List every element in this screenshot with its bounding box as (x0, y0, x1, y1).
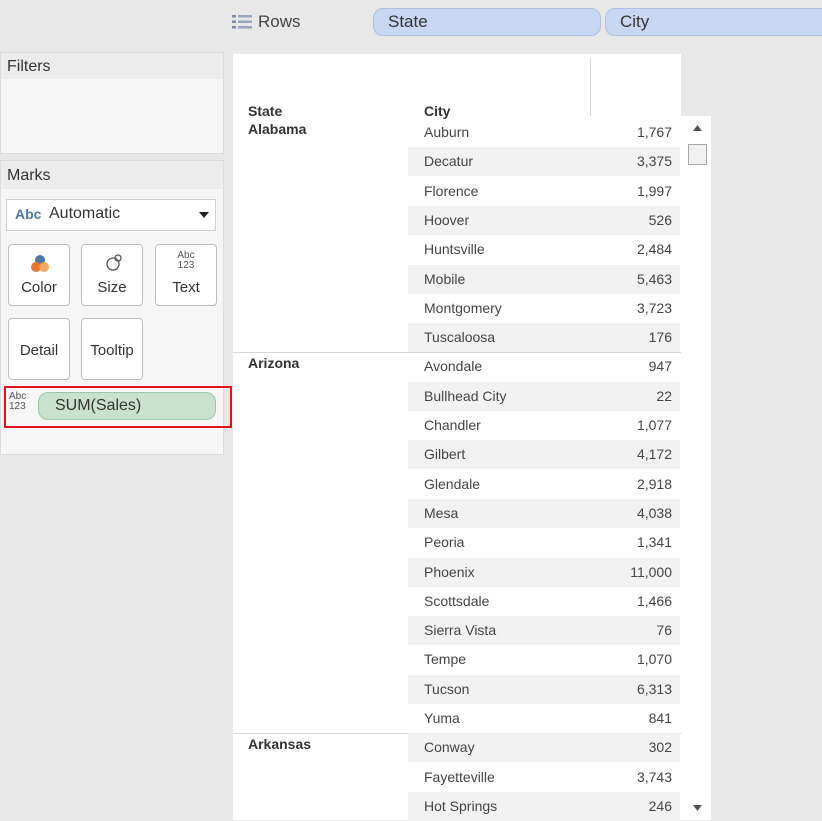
sales-value-cell: 1,070 (636, 651, 672, 667)
color-button[interactable]: Color (8, 244, 70, 306)
city-cell: Sierra Vista (424, 622, 497, 638)
sales-value-cell: 947 (648, 358, 672, 374)
city-cell: Auburn (424, 124, 470, 140)
text-field-icon-bottom: 123 (9, 401, 26, 412)
sales-value-cell: 1,077 (636, 417, 672, 433)
city-cell: Florence (424, 183, 479, 199)
sales-value-cell: 1,997 (636, 183, 672, 199)
header-city: City (424, 103, 451, 119)
header-divider (590, 58, 591, 116)
text-button[interactable]: Abc 123 Text (155, 244, 217, 306)
city-cell: Montgomery (424, 300, 502, 316)
tooltip-label: Tooltip (90, 342, 134, 359)
city-cell: Yuma (424, 710, 460, 726)
city-cell: Gilbert (424, 446, 466, 462)
sales-value-cell: 841 (648, 710, 672, 726)
text-label: Text (172, 279, 200, 296)
state-label: Alabama (248, 121, 307, 137)
state-label: Arizona (248, 355, 300, 371)
sales-value-cell: 3,723 (636, 300, 672, 316)
sales-value-cell: 4,172 (636, 446, 672, 462)
detail-label: Detail (19, 342, 59, 359)
sales-value-cell: 526 (648, 212, 672, 228)
city-cell: Hoover (424, 212, 470, 228)
city-cell: Hot Springs (424, 798, 498, 814)
state-label: Arkansas (248, 736, 312, 752)
sales-value-cell: 3,375 (636, 153, 672, 169)
color-icon (31, 255, 49, 272)
sales-value-cell: 6,313 (636, 681, 672, 697)
city-cell: Tuscaloosa (424, 329, 496, 345)
sales-value-cell: 22 (656, 388, 672, 404)
sales-value-cell: 302 (648, 739, 672, 755)
tooltip-button[interactable]: Tooltip (81, 318, 143, 380)
sales-value-cell: 76 (656, 622, 672, 638)
sum-sales-pill[interactable]: SUM(Sales) (38, 392, 216, 420)
mark-type-dropdown[interactable]: Abc Automatic (6, 199, 216, 231)
sales-value-cell: 4,038 (636, 505, 672, 521)
sales-value-cell: 3,743 (636, 769, 672, 785)
color-label: Color (21, 279, 57, 296)
scroll-down-arrow-icon[interactable] (693, 805, 702, 812)
rows-icon (232, 15, 252, 29)
sales-value-cell: 176 (648, 329, 672, 345)
city-cell: Mobile (424, 271, 466, 287)
sales-value-cell: 1,767 (636, 124, 672, 140)
city-cell: Phoenix (424, 564, 475, 580)
city-cell: Tempe (424, 651, 467, 667)
header-state: State (248, 103, 283, 119)
city-cell: Mesa (424, 505, 459, 521)
mark-type-icon: Abc (15, 206, 42, 222)
scroll-up-arrow-icon[interactable] (693, 125, 702, 132)
detail-button[interactable]: Detail (8, 318, 70, 380)
city-cell: Chandler (424, 417, 481, 433)
text-icon-bottom: 123 (177, 260, 195, 271)
sales-value-cell: 246 (648, 798, 672, 814)
chevron-down-icon (199, 212, 209, 218)
city-cell: Tucson (424, 681, 470, 697)
size-icon (106, 254, 122, 271)
city-cell: Huntsville (424, 241, 485, 257)
sales-value-cell: 2,484 (636, 241, 672, 257)
text-icon: Abc 123 (156, 251, 216, 271)
mark-type-value: Automatic (49, 205, 121, 222)
sales-value-cell: 2,918 (636, 476, 672, 492)
scrollbar[interactable] (681, 116, 711, 820)
city-cell: Glendale (424, 476, 481, 492)
sales-value-cell: 1,466 (636, 593, 672, 609)
city-cell: Conway (424, 739, 475, 755)
size-button[interactable]: Size (81, 244, 143, 306)
city-cell: Fayetteville (424, 769, 495, 785)
sales-value-cell: 5,463 (636, 271, 672, 287)
scroll-thumb[interactable] (688, 144, 707, 165)
rows-shelf-label: Rows (232, 8, 301, 36)
city-cell: Avondale (424, 358, 483, 374)
city-cell: Scottsdale (424, 593, 490, 609)
sales-value-cell: 1,341 (636, 534, 672, 550)
rows-pill-city[interactable]: City (605, 8, 822, 36)
marks-title: Marks (7, 167, 51, 184)
city-cell: Decatur (424, 153, 474, 169)
filters-title: Filters (7, 58, 51, 75)
city-cell: Bullhead City (424, 388, 507, 404)
size-label: Size (97, 279, 127, 296)
rows-label: Rows (258, 12, 301, 31)
city-cell: Peoria (424, 534, 465, 550)
filters-card[interactable]: Filters (0, 52, 224, 154)
rows-pill-state[interactable]: State (373, 8, 601, 36)
sales-value-cell: 11,000 (630, 564, 672, 580)
text-field-icon: Abc 123 (9, 392, 26, 412)
